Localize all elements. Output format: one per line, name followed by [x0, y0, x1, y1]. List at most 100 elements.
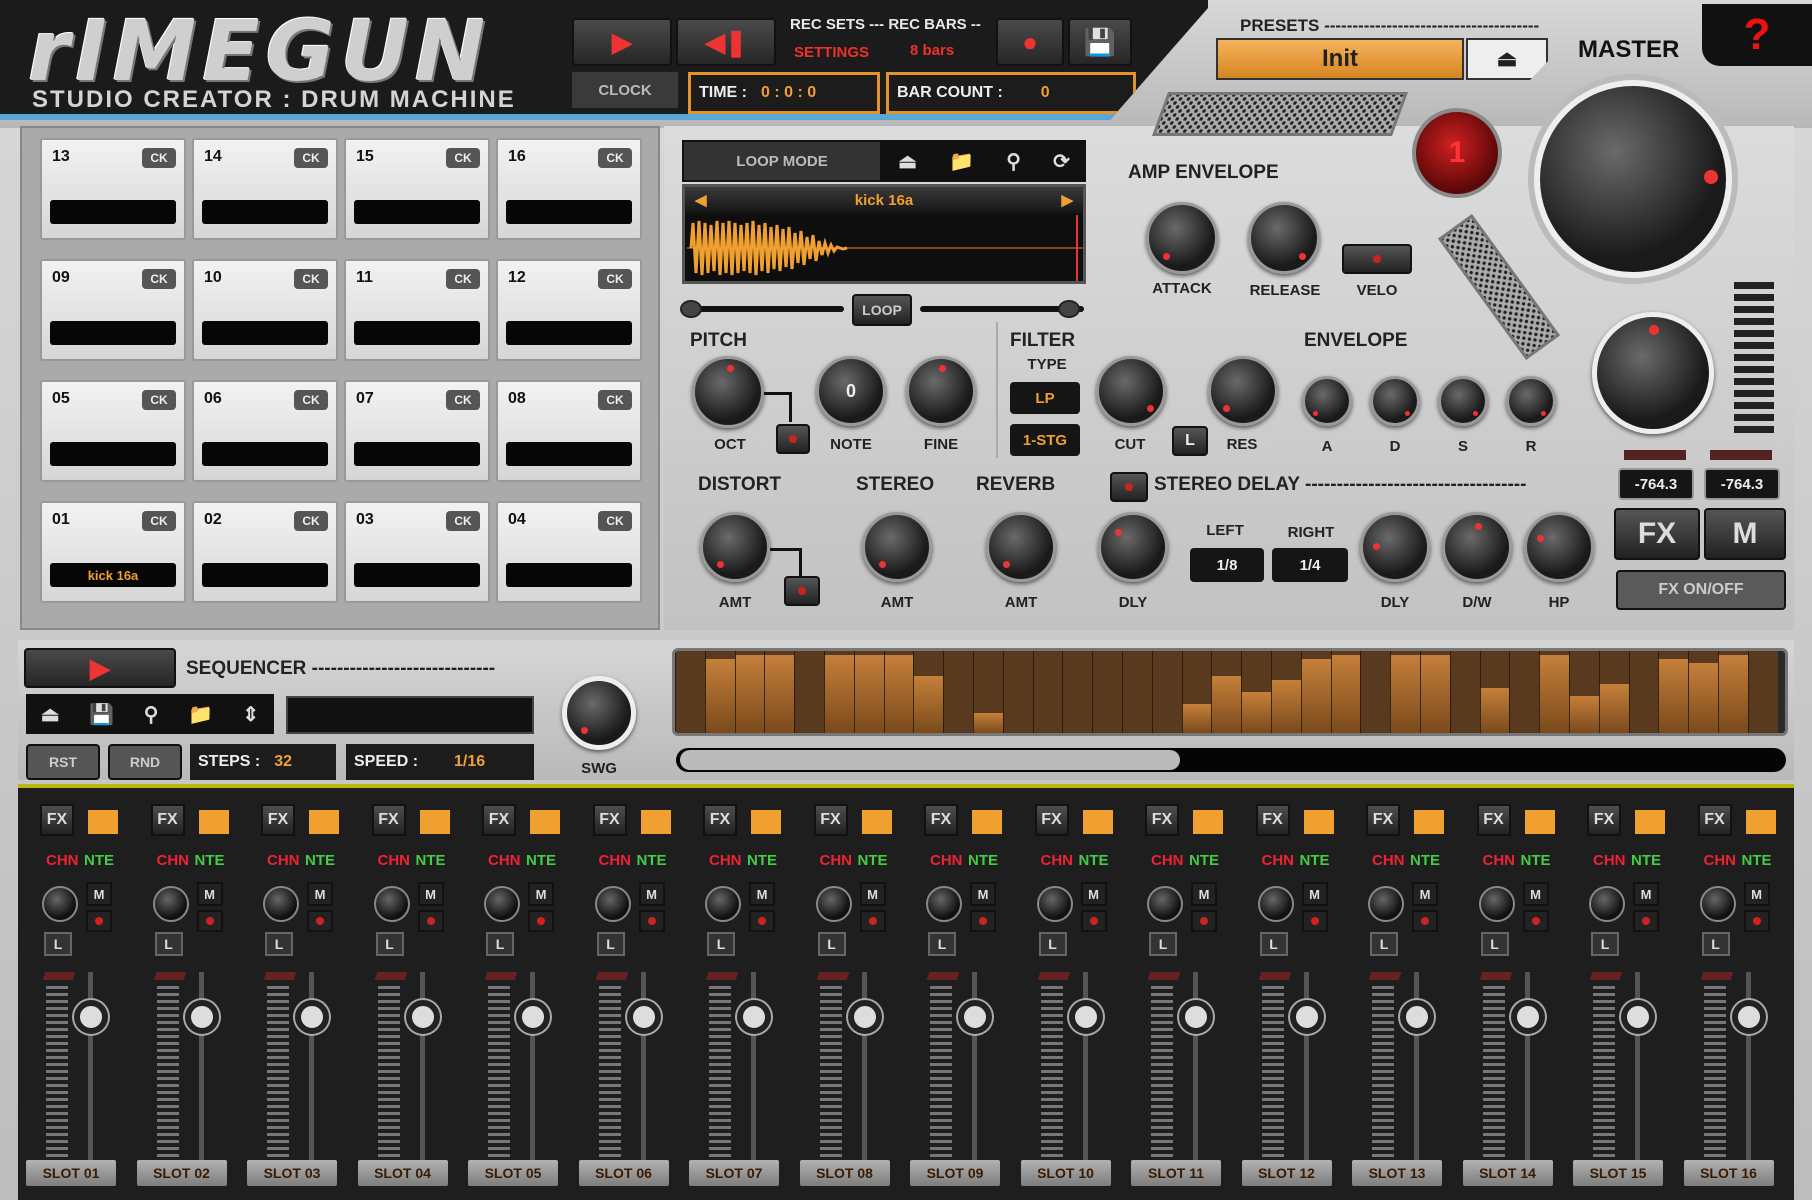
sequencer-scrollbar[interactable]	[676, 748, 1786, 772]
channel-l-button[interactable]: L	[817, 932, 846, 956]
pad-sample-name[interactable]	[506, 200, 632, 224]
channel-color-indicator[interactable]	[1303, 810, 1334, 834]
channel-l-button[interactable]: L	[375, 932, 404, 956]
pad-sample-name[interactable]: kick 16a	[50, 563, 176, 587]
channel-chn-label[interactable]: CHN	[599, 852, 632, 869]
channel-mute-button[interactable]: M	[1080, 882, 1107, 906]
sequencer-step-cell[interactable]	[1002, 651, 1033, 733]
sequencer-step-bar[interactable]	[824, 655, 854, 733]
channel-nte-label[interactable]: NTE	[1742, 852, 1772, 869]
master-volume-knob[interactable]	[1534, 80, 1732, 278]
pad-ck-button[interactable]: CK	[142, 269, 176, 289]
channel-volume-fader[interactable]	[626, 1000, 661, 1034]
channel-pan-knob[interactable]	[815, 886, 852, 922]
channel-nte-label[interactable]: NTE	[1300, 852, 1330, 869]
channel-pan-knob[interactable]	[152, 886, 189, 922]
drum-pad[interactable]: 12 CK	[496, 259, 642, 361]
filter-type-selector[interactable]: LP	[1010, 382, 1080, 414]
reverb-knob[interactable]	[986, 512, 1056, 582]
drum-pad[interactable]: 14 CK	[192, 138, 338, 240]
channel-l-button[interactable]: L	[1370, 932, 1398, 956]
channel-nte-label[interactable]: NTE	[968, 852, 998, 869]
help-button[interactable]: ?	[1702, 4, 1812, 66]
refresh-icon[interactable]: ⟳	[1053, 149, 1070, 174]
channel-color-indicator[interactable]	[751, 810, 781, 834]
drum-pad[interactable]: 13 CK	[40, 138, 186, 240]
channel-volume-fader[interactable]	[74, 1000, 108, 1034]
sequencer-step-bar[interactable]	[1181, 704, 1212, 733]
channel-pan-knob[interactable]	[263, 886, 299, 922]
loop-button[interactable]: LOOP	[852, 294, 912, 326]
pad-ck-button[interactable]: CK	[142, 148, 176, 168]
channel-l-button[interactable]: L	[596, 932, 625, 956]
sequencer-step-bar[interactable]	[1539, 655, 1569, 733]
pad-sample-name[interactable]	[50, 442, 176, 466]
channel-record-button[interactable]	[528, 910, 554, 932]
channel-pan-knob[interactable]	[373, 886, 410, 922]
delay-feedback-knob[interactable]	[1360, 512, 1430, 582]
delay-hp-knob[interactable]	[1524, 512, 1594, 582]
prev-sample-icon[interactable]: ◀	[695, 191, 707, 209]
settings-button[interactable]: SETTINGS	[794, 44, 869, 61]
drum-pad[interactable]: 03 CK	[344, 501, 490, 603]
pad-sample-name[interactable]	[50, 200, 176, 224]
sequencer-step-cell[interactable]	[1360, 651, 1391, 733]
channel-chn-label[interactable]: CHN	[820, 852, 853, 869]
channel-nte-label[interactable]: NTE	[637, 852, 667, 869]
channel-pan-knob[interactable]	[1257, 886, 1294, 922]
channel-color-indicator[interactable]	[198, 810, 229, 834]
play-button[interactable]: ▶	[572, 18, 672, 66]
sample-selector[interactable]: ◀ kick 16a ▶	[685, 187, 1083, 213]
pad-sample-name[interactable]	[202, 200, 328, 224]
channel-volume-fader[interactable]	[1510, 1000, 1545, 1034]
loop-end-handle[interactable]	[1058, 300, 1080, 318]
channel-pan-knob[interactable]	[926, 886, 962, 922]
channel-volume-fader[interactable]	[1068, 1000, 1103, 1034]
channel-l-button[interactable]: L	[1480, 932, 1509, 956]
search-icon[interactable]: ⚲	[144, 702, 159, 727]
rnd-button[interactable]: RND	[108, 744, 182, 780]
pad-sample-name[interactable]	[354, 321, 480, 345]
channel-l-button[interactable]: L	[1149, 932, 1177, 956]
channel-l-button[interactable]: L	[1259, 932, 1288, 956]
channel-color-indicator[interactable]	[972, 810, 1002, 834]
channel-nte-label[interactable]: NTE	[84, 852, 114, 869]
channel-pan-knob[interactable]	[1478, 886, 1515, 922]
stereo-knob[interactable]	[862, 512, 932, 582]
channel-mute-button[interactable]: M	[307, 882, 333, 906]
channel-volume-fader[interactable]	[1289, 1000, 1324, 1034]
sequencer-step-cell[interactable]	[794, 651, 824, 733]
channel-color-indicator[interactable]	[1524, 810, 1555, 834]
pad-sample-name[interactable]	[506, 442, 632, 466]
channel-record-button[interactable]	[970, 910, 996, 932]
delay-right-selector[interactable]: 1/4	[1272, 548, 1348, 582]
channel-pan-knob[interactable]	[1036, 886, 1073, 922]
channel-mute-button[interactable]: M	[859, 882, 886, 906]
sequencer-step-bar[interactable]	[1420, 655, 1450, 733]
env-decay-knob[interactable]	[1370, 376, 1420, 426]
pad-ck-button[interactable]: CK	[598, 148, 632, 168]
sequencer-step-bar[interactable]	[1598, 683, 1629, 733]
swing-knob[interactable]	[562, 676, 636, 750]
oct-link-button[interactable]	[776, 424, 810, 454]
release-knob[interactable]	[1248, 202, 1320, 274]
channel-pan-knob[interactable]	[484, 886, 520, 922]
preset-selector[interactable]: Init	[1216, 38, 1464, 80]
channel-mute-button[interactable]: M	[1743, 882, 1770, 906]
stop-button[interactable]: ◀❚	[676, 18, 776, 66]
channel-chn-label[interactable]: CHN	[1483, 852, 1516, 869]
stereo-delay-toggle[interactable]	[1110, 472, 1148, 502]
sequencer-step-bar[interactable]	[704, 659, 735, 733]
sequencer-step-bar[interactable]	[1330, 655, 1361, 733]
pad-ck-button[interactable]: CK	[598, 511, 632, 531]
drum-pad[interactable]: 05 CK	[40, 380, 186, 482]
channel-record-button[interactable]	[86, 910, 112, 932]
channel-volume-fader[interactable]	[405, 1000, 440, 1034]
channel-mute-button[interactable]: M	[528, 882, 554, 906]
master-fx-button[interactable]: FX	[1614, 508, 1700, 560]
sequencer-scroll-thumb[interactable]	[680, 750, 1180, 770]
channel-record-button[interactable]	[1191, 910, 1217, 932]
pad-sample-name[interactable]	[202, 563, 328, 587]
channel-l-button[interactable]: L	[1591, 932, 1619, 956]
delay-drywet-knob[interactable]	[1442, 512, 1512, 582]
